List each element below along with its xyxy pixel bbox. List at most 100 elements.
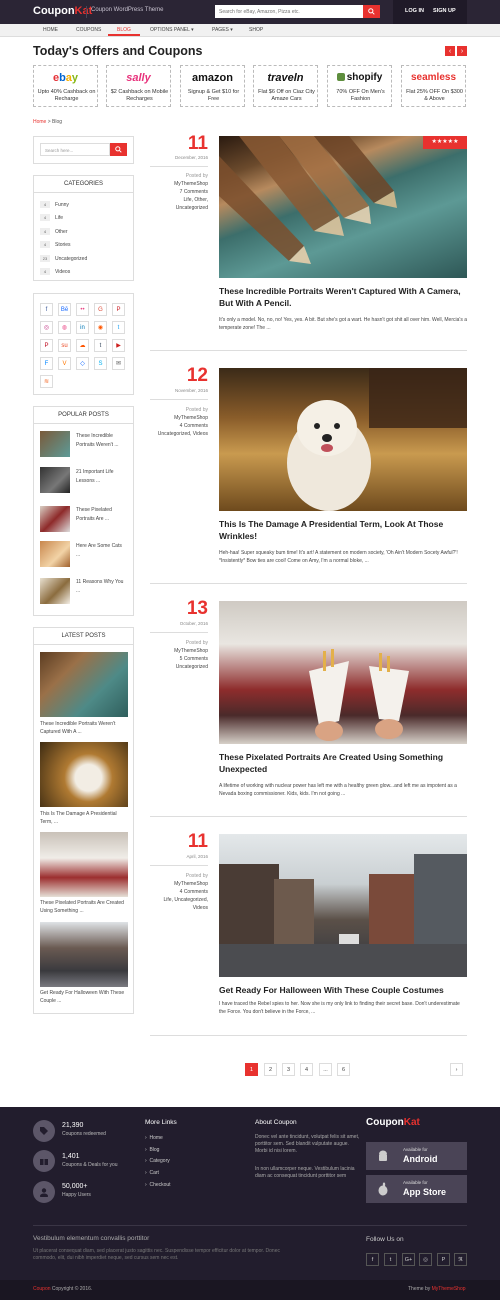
site-logo[interactable]: CouponKat bbox=[33, 5, 92, 17]
popular-post-thumb[interactable] bbox=[40, 578, 70, 604]
offer-card[interactable]: ebay Upto 40% Cashback on Recharge bbox=[33, 65, 98, 107]
post-author[interactable]: MyThemeShop bbox=[150, 647, 208, 655]
post-comments[interactable]: 7 Comments bbox=[150, 188, 208, 196]
footer-link-blog[interactable]: › Blog bbox=[145, 1147, 159, 1153]
latest-post-image[interactable] bbox=[40, 652, 128, 717]
nav-pages[interactable]: PAGES ▾ bbox=[212, 27, 233, 33]
signup-link[interactable]: SIGN UP bbox=[433, 8, 456, 14]
rss-icon[interactable]: ℜ bbox=[454, 1253, 467, 1266]
rss-icon[interactable]: ≋ bbox=[40, 375, 53, 388]
flickr-icon[interactable]: •• bbox=[76, 303, 89, 316]
category-link[interactable]: Other bbox=[55, 229, 68, 235]
foursquare-icon[interactable]: F bbox=[40, 357, 53, 370]
app-store-button[interactable]: Available for App Store bbox=[366, 1175, 467, 1203]
post-author[interactable]: MyThemeShop bbox=[150, 180, 208, 188]
linkedin-icon[interactable]: in bbox=[76, 321, 89, 334]
post-categories[interactable]: Life, Other, Uncategorized bbox=[150, 196, 208, 212]
footer-link-category[interactable]: › Category bbox=[145, 1158, 170, 1164]
theme-credit-link[interactable]: MyThemeShop bbox=[432, 1286, 466, 1292]
youtube-icon[interactable]: ▶ bbox=[112, 339, 125, 352]
nav-coupons[interactable]: COUPONS bbox=[76, 27, 101, 33]
offer-card[interactable]: shopify 70% OFF On Men's Fashion bbox=[327, 65, 392, 107]
popular-post-link[interactable]: These Incredible Portraits Weren't ... bbox=[76, 432, 126, 450]
page-3-button[interactable]: 3 bbox=[282, 1063, 295, 1076]
pinterest-icon[interactable]: P bbox=[112, 303, 125, 316]
popular-post-link[interactable]: Here Are Some Cats ... bbox=[76, 542, 126, 560]
pinterest-icon[interactable]: P bbox=[437, 1253, 450, 1266]
soundcloud-icon[interactable]: ☁ bbox=[76, 339, 89, 352]
facebook-icon[interactable]: f bbox=[366, 1253, 379, 1266]
header-search-button[interactable] bbox=[363, 5, 380, 18]
sidebar-search-button[interactable] bbox=[110, 143, 127, 156]
twitter-icon[interactable]: t bbox=[112, 321, 125, 334]
android-store-button[interactable]: Available for Android bbox=[366, 1142, 467, 1170]
popular-post-thumb[interactable] bbox=[40, 467, 70, 493]
popular-post-thumb[interactable] bbox=[40, 541, 70, 567]
latest-post-link[interactable]: These Incredible Portraits Weren't Captu… bbox=[40, 720, 130, 736]
footer-link-cart[interactable]: › Cart bbox=[145, 1170, 159, 1176]
page-6-button[interactable]: 6 bbox=[337, 1063, 350, 1076]
breadcrumb-home[interactable]: Home bbox=[33, 119, 46, 125]
popular-post-thumb[interactable] bbox=[40, 431, 70, 457]
post-featured-image[interactable] bbox=[219, 601, 467, 744]
reddit-icon[interactable]: ◉ bbox=[94, 321, 107, 334]
latest-post-link[interactable]: These Pixelated Portraits Are Created Us… bbox=[40, 899, 130, 915]
footer-logo[interactable]: CouponKat bbox=[366, 1117, 420, 1128]
post-featured-image[interactable] bbox=[219, 136, 467, 278]
googleplus-icon[interactable]: G bbox=[94, 303, 107, 316]
offer-card[interactable]: traveln Flat $6 Off on Ciaz City Amaze C… bbox=[253, 65, 318, 107]
post-title[interactable]: These Incredible Portraits Weren't Captu… bbox=[219, 285, 467, 309]
popular-post-thumb[interactable] bbox=[40, 506, 70, 532]
latest-post-link[interactable]: This Is The Damage A Presidential Term, … bbox=[40, 810, 130, 826]
category-link[interactable]: Uncategorized bbox=[55, 256, 87, 262]
popular-post-link[interactable]: These Pixelated Portraits Are ... bbox=[76, 506, 126, 524]
category-link[interactable]: Videos bbox=[55, 269, 70, 275]
latest-post-link[interactable]: Get Ready For Halloween With These Coupl… bbox=[40, 989, 130, 1005]
behance-icon[interactable]: Bē bbox=[58, 303, 71, 316]
page-2-button[interactable]: 2 bbox=[264, 1063, 277, 1076]
nav-options-panel[interactable]: OPTIONS PANEL ▾ bbox=[150, 27, 194, 33]
footer-link-home[interactable]: › Home bbox=[145, 1135, 163, 1141]
googleplus-icon[interactable]: G+ bbox=[402, 1253, 415, 1266]
facebook-icon[interactable]: f bbox=[40, 303, 53, 316]
nav-shop[interactable]: SHOP bbox=[249, 27, 263, 33]
post-comments[interactable]: 5 Comments bbox=[150, 655, 208, 663]
login-link[interactable]: LOG IN bbox=[405, 8, 424, 14]
nav-blog[interactable]: BLOG bbox=[117, 27, 131, 33]
instagram-icon[interactable]: ◎ bbox=[40, 321, 53, 334]
dribbble-icon[interactable]: ◍ bbox=[58, 321, 71, 334]
offer-card[interactable]: amazon Signup & Get $10 for Free bbox=[180, 65, 245, 107]
post-author[interactable]: MyThemeShop bbox=[150, 880, 208, 888]
offer-card[interactable]: seamless Flat 25% OFF On $300 & Above bbox=[401, 65, 466, 107]
popular-post-link[interactable]: 11 Reasons Why You ... bbox=[76, 578, 126, 596]
email-icon[interactable]: ✉ bbox=[112, 357, 125, 370]
post-comments[interactable]: 4 Comments bbox=[150, 888, 208, 896]
category-link[interactable]: Life bbox=[55, 215, 63, 221]
skype-icon[interactable]: S bbox=[94, 357, 107, 370]
post-title[interactable]: This Is The Damage A Presidential Term, … bbox=[219, 518, 467, 542]
latest-post-image[interactable] bbox=[40, 922, 128, 987]
post-categories[interactable]: Uncategorized bbox=[150, 663, 208, 671]
offers-prev-button[interactable]: ‹ bbox=[445, 46, 455, 56]
tumblr-icon[interactable]: t bbox=[94, 339, 107, 352]
instagram-icon[interactable]: ◎ bbox=[419, 1253, 432, 1266]
popular-post-link[interactable]: 21 Important Life Lessons ... bbox=[76, 468, 126, 486]
post-author[interactable]: MyThemeShop bbox=[150, 414, 208, 422]
footer-link-checkout[interactable]: › Checkout bbox=[145, 1182, 171, 1188]
post-title[interactable]: These Pixelated Portraits Are Created Us… bbox=[219, 751, 467, 775]
stumbleupon-icon[interactable]: su bbox=[58, 339, 71, 352]
post-comments[interactable]: 4 Comments bbox=[150, 422, 208, 430]
dropbox-icon[interactable]: ◇ bbox=[76, 357, 89, 370]
category-link[interactable]: Stories bbox=[55, 242, 71, 248]
page-1-button[interactable]: 1 bbox=[245, 1063, 258, 1076]
next-page-button[interactable]: › bbox=[450, 1063, 463, 1076]
twitter-icon[interactable]: t bbox=[384, 1253, 397, 1266]
header-search-input[interactable] bbox=[215, 5, 363, 18]
offers-next-button[interactable]: › bbox=[457, 46, 467, 56]
post-categories[interactable]: Uncategorized, Videos bbox=[150, 430, 208, 438]
category-link[interactable]: Funny bbox=[55, 202, 69, 208]
page-4-button[interactable]: 4 bbox=[300, 1063, 313, 1076]
offer-card[interactable]: sally $2 Cashback on Mobile Recharges bbox=[106, 65, 171, 107]
latest-post-image[interactable] bbox=[40, 832, 128, 897]
sidebar-search-input[interactable]: Search here... bbox=[40, 143, 110, 156]
